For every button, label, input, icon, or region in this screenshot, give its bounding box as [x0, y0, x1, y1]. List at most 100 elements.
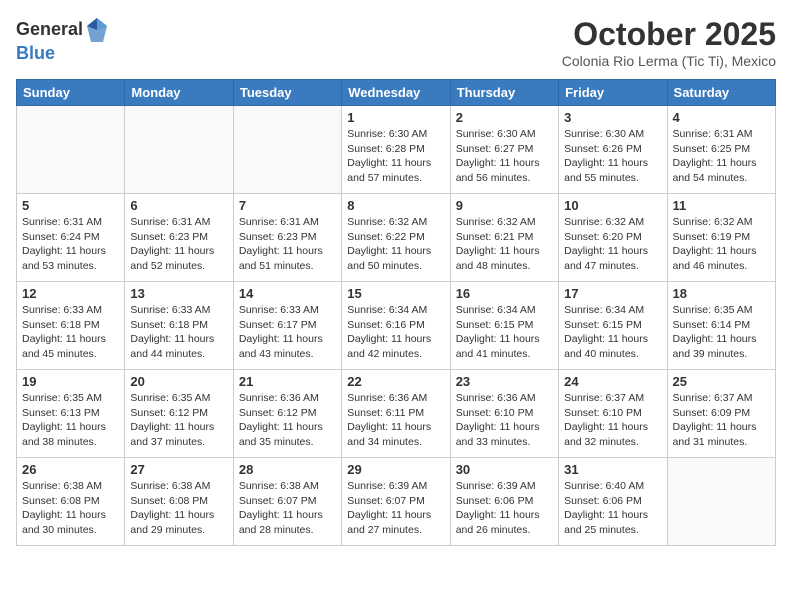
calendar-cell-4-4: 22Sunrise: 6:36 AM Sunset: 6:11 PM Dayli… — [342, 370, 450, 458]
day-info: Sunrise: 6:30 AM Sunset: 6:26 PM Dayligh… — [564, 127, 661, 186]
calendar-cell-4-2: 20Sunrise: 6:35 AM Sunset: 6:12 PM Dayli… — [125, 370, 233, 458]
calendar-cell-5-7 — [667, 458, 775, 546]
day-number: 22 — [347, 374, 444, 389]
calendar-cell-4-3: 21 Sunrise: 6:36 AM Sunset: 6:12 PM Dayli… — [233, 370, 341, 458]
day-number: 3 — [564, 110, 661, 125]
day-info: Sunrise: 6:32 AM Sunset: 6:20 PM Dayligh… — [564, 215, 661, 274]
day-number: 27 — [130, 462, 227, 477]
week-row-4: 19 Sunrise: 6:35 AM Sunset: 6:13 PM Dayli… — [17, 370, 776, 458]
calendar-cell-1-5: 2 Sunrise: 6:30 AM Sunset: 6:27 PM Daylig… — [450, 106, 558, 194]
day-info: Sunrise: 6:32 AM Sunset: 6:19 PM Dayligh… — [673, 215, 770, 274]
calendar-cell-5-6: 31 Sunrise: 6:40 AM Sunset: 6:06 PM Dayli… — [559, 458, 667, 546]
day-info: Sunrise: 6:37 AM Sunset: 6:10 PM Dayligh… — [564, 391, 661, 450]
day-info: Sunrise: 6:40 AM Sunset: 6:06 PM Dayligh… — [564, 479, 661, 538]
calendar-table: SundayMondayTuesdayWednesdayThursdayFrid… — [16, 79, 776, 546]
day-number: 18 — [673, 286, 770, 301]
calendar-cell-3-6: 17 Sunrise: 6:34 AM Sunset: 6:15 PM Dayli… — [559, 282, 667, 370]
day-info: Sunrise: 6:38 AM Sunset: 6:08 PM Dayligh… — [130, 479, 227, 538]
day-number: 24 — [564, 374, 661, 389]
weekday-header-tuesday: Tuesday — [233, 80, 341, 106]
day-number: 25 — [673, 374, 770, 389]
day-info: Sunrise: 6:31 AM Sunset: 6:23 PM Dayligh… — [239, 215, 336, 274]
day-info: Sunrise: 6:36 AM Sunset: 6:10 PM Dayligh… — [456, 391, 553, 450]
day-info: Sunrise: 6:35 AM Sunset: 6:13 PM Dayligh… — [22, 391, 119, 450]
calendar-cell-3-1: 12 Sunrise: 6:33 AM Sunset: 6:18 PM Dayli… — [17, 282, 125, 370]
logo: General Blue — [16, 16, 109, 64]
day-number: 14 — [239, 286, 336, 301]
calendar-cell-3-3: 14 Sunrise: 6:33 AM Sunset: 6:17 PM Dayli… — [233, 282, 341, 370]
day-info: Sunrise: 6:33 AM Sunset: 6:18 PM Dayligh… — [22, 303, 119, 362]
day-number: 6 — [130, 198, 227, 213]
day-number: 8 — [347, 198, 444, 213]
day-info: Sunrise: 6:34 AM Sunset: 6:15 PM Dayligh… — [564, 303, 661, 362]
weekday-header-thursday: Thursday — [450, 80, 558, 106]
day-number: 7 — [239, 198, 336, 213]
day-info: Sunrise: 6:33 AM Sunset: 6:18 PM Dayligh… — [130, 303, 227, 362]
day-number: 15 — [347, 286, 444, 301]
subtitle: Colonia Rio Lerma (Tic Ti), Mexico — [562, 53, 776, 69]
weekday-header-sunday: Sunday — [17, 80, 125, 106]
calendar-cell-1-7: 4 Sunrise: 6:31 AM Sunset: 6:25 PM Daylig… — [667, 106, 775, 194]
day-info: Sunrise: 6:35 AM Sunset: 6:14 PM Dayligh… — [673, 303, 770, 362]
day-info: Sunrise: 6:33 AM Sunset: 6:17 PM Dayligh… — [239, 303, 336, 362]
calendar-cell-2-4: 8Sunrise: 6:32 AM Sunset: 6:22 PM Daylig… — [342, 194, 450, 282]
day-info: Sunrise: 6:34 AM Sunset: 6:15 PM Dayligh… — [456, 303, 553, 362]
day-info: Sunrise: 6:30 AM Sunset: 6:27 PM Dayligh… — [456, 127, 553, 186]
calendar-cell-1-2 — [125, 106, 233, 194]
calendar-cell-5-4: 29 Sunrise: 6:39 AM Sunset: 6:07 PM Dayli… — [342, 458, 450, 546]
day-number: 5 — [22, 198, 119, 213]
day-number: 16 — [456, 286, 553, 301]
weekday-header-friday: Friday — [559, 80, 667, 106]
day-number: 28 — [239, 462, 336, 477]
weekday-header-monday: Monday — [125, 80, 233, 106]
day-number: 10 — [564, 198, 661, 213]
calendar-cell-5-5: 30 Sunrise: 6:39 AM Sunset: 6:06 PM Dayli… — [450, 458, 558, 546]
day-number: 4 — [673, 110, 770, 125]
calendar-cell-1-4: 1 Sunrise: 6:30 AM Sunset: 6:28 PM Daylig… — [342, 106, 450, 194]
day-number: 2 — [456, 110, 553, 125]
calendar-cell-2-3: 7 Sunrise: 6:31 AM Sunset: 6:23 PM Daylig… — [233, 194, 341, 282]
week-row-1: 1 Sunrise: 6:30 AM Sunset: 6:28 PM Daylig… — [17, 106, 776, 194]
day-info: Sunrise: 6:36 AM Sunset: 6:12 PM Dayligh… — [239, 391, 336, 450]
calendar-cell-2-1: 5 Sunrise: 6:31 AM Sunset: 6:24 PM Daylig… — [17, 194, 125, 282]
week-row-5: 26Sunrise: 6:38 AM Sunset: 6:08 PM Dayli… — [17, 458, 776, 546]
day-number: 11 — [673, 198, 770, 213]
logo-general: General — [16, 20, 83, 40]
calendar-cell-4-7: 25 Sunrise: 6:37 AM Sunset: 6:09 PM Dayli… — [667, 370, 775, 458]
calendar-cell-5-3: 28 Sunrise: 6:38 AM Sunset: 6:07 PM Dayli… — [233, 458, 341, 546]
day-info: Sunrise: 6:30 AM Sunset: 6:28 PM Dayligh… — [347, 127, 444, 186]
calendar-cell-2-6: 10 Sunrise: 6:32 AM Sunset: 6:20 PM Dayli… — [559, 194, 667, 282]
day-info: Sunrise: 6:34 AM Sunset: 6:16 PM Dayligh… — [347, 303, 444, 362]
day-info: Sunrise: 6:38 AM Sunset: 6:07 PM Dayligh… — [239, 479, 336, 538]
calendar-cell-4-1: 19 Sunrise: 6:35 AM Sunset: 6:13 PM Dayli… — [17, 370, 125, 458]
day-info: Sunrise: 6:31 AM Sunset: 6:24 PM Dayligh… — [22, 215, 119, 274]
day-number: 31 — [564, 462, 661, 477]
calendar-cell-2-2: 6Sunrise: 6:31 AM Sunset: 6:23 PM Daylig… — [125, 194, 233, 282]
day-info: Sunrise: 6:39 AM Sunset: 6:07 PM Dayligh… — [347, 479, 444, 538]
calendar-cell-5-1: 26Sunrise: 6:38 AM Sunset: 6:08 PM Dayli… — [17, 458, 125, 546]
day-number: 29 — [347, 462, 444, 477]
calendar-cell-3-4: 15 Sunrise: 6:34 AM Sunset: 6:16 PM Dayli… — [342, 282, 450, 370]
calendar-cell-3-5: 16 Sunrise: 6:34 AM Sunset: 6:15 PM Dayli… — [450, 282, 558, 370]
day-info: Sunrise: 6:39 AM Sunset: 6:06 PM Dayligh… — [456, 479, 553, 538]
day-number: 23 — [456, 374, 553, 389]
day-number: 1 — [347, 110, 444, 125]
weekday-header-saturday: Saturday — [667, 80, 775, 106]
day-number: 17 — [564, 286, 661, 301]
calendar-cell-3-7: 18 Sunrise: 6:35 AM Sunset: 6:14 PM Dayli… — [667, 282, 775, 370]
calendar-cell-5-2: 27 Sunrise: 6:38 AM Sunset: 6:08 PM Dayli… — [125, 458, 233, 546]
day-info: Sunrise: 6:32 AM Sunset: 6:21 PM Dayligh… — [456, 215, 553, 274]
day-info: Sunrise: 6:31 AM Sunset: 6:25 PM Dayligh… — [673, 127, 770, 186]
day-number: 12 — [22, 286, 119, 301]
day-number: 9 — [456, 198, 553, 213]
calendar-cell-1-3 — [233, 106, 341, 194]
day-info: Sunrise: 6:37 AM Sunset: 6:09 PM Dayligh… — [673, 391, 770, 450]
day-number: 30 — [456, 462, 553, 477]
page-header: General Blue October 2025 Colonia Rio Le… — [16, 16, 776, 69]
calendar-cell-1-1 — [17, 106, 125, 194]
day-number: 21 — [239, 374, 336, 389]
day-info: Sunrise: 6:38 AM Sunset: 6:08 PM Dayligh… — [22, 479, 119, 538]
month-title: October 2025 — [562, 16, 776, 53]
day-number: 19 — [22, 374, 119, 389]
weekday-header-row: SundayMondayTuesdayWednesdayThursdayFrid… — [17, 80, 776, 106]
